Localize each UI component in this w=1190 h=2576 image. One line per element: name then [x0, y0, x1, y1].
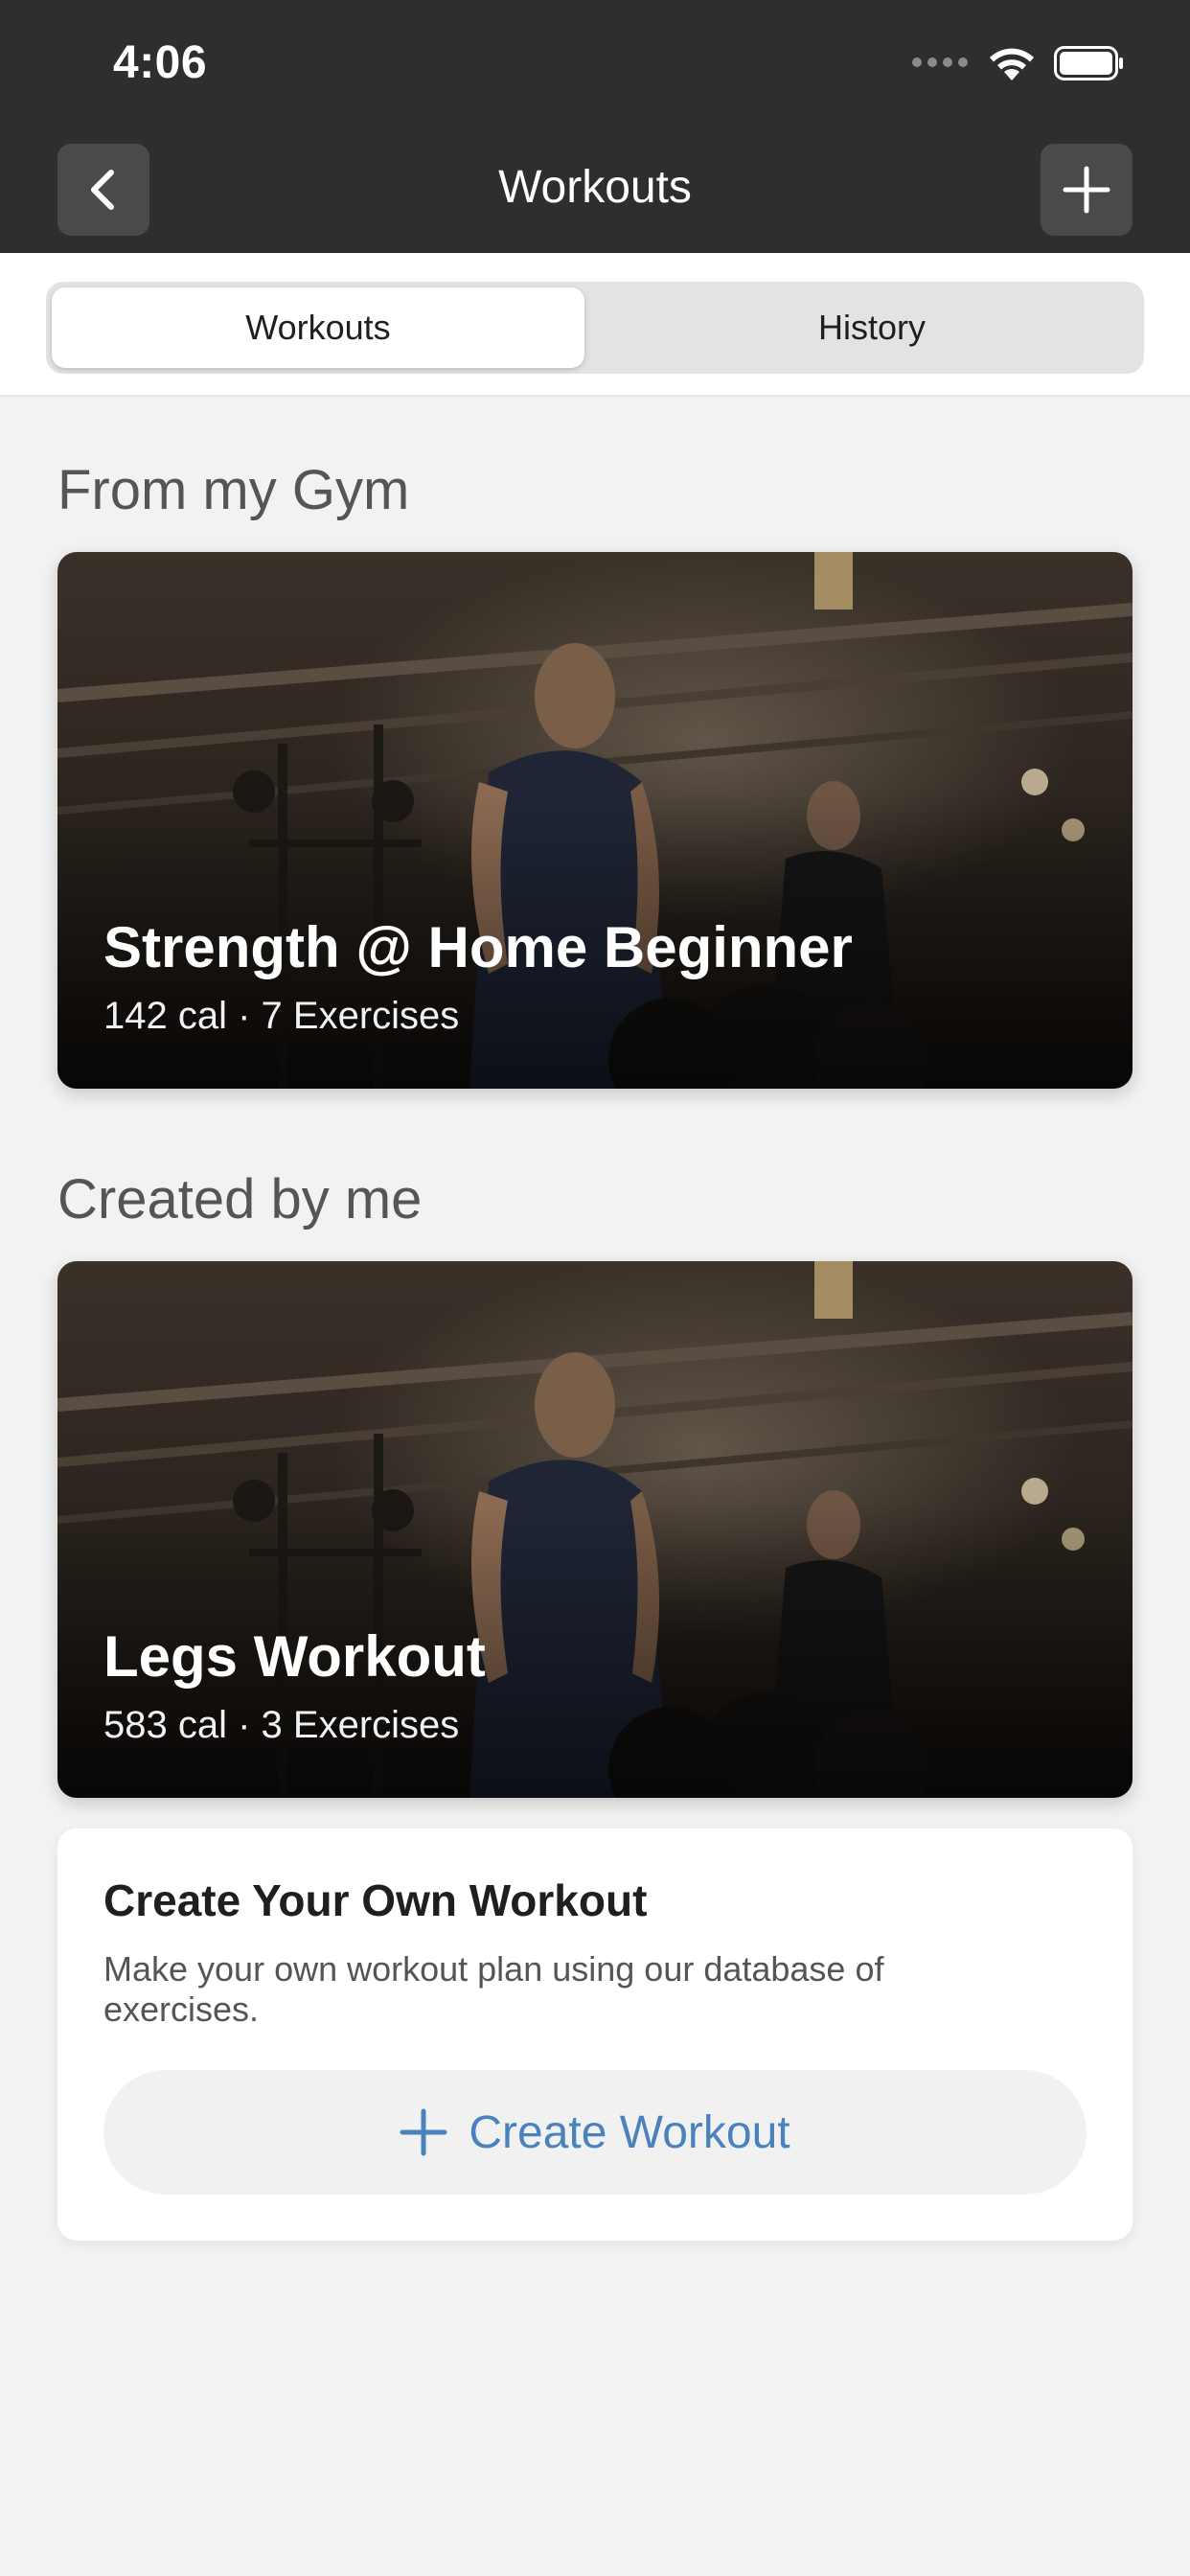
segmented-control: Workouts History	[46, 282, 1144, 374]
plus-icon	[1063, 166, 1110, 214]
section-title-mine: Created by me	[57, 1168, 423, 1230]
wifi-icon	[990, 48, 1034, 80]
create-workout-card: Create Your Own Workout Make your own wo…	[57, 1828, 1133, 2241]
create-workout-description: Make your own workout plan using our dat…	[103, 1949, 884, 2029]
create-workout-title: Create Your Own Workout	[103, 1875, 648, 1925]
create-workout-button[interactable]: Create Workout	[103, 2070, 1087, 2195]
status-icons	[912, 42, 1133, 84]
workout-card-gym[interactable]: Strength @ Home Beginner 142 cal · 7 Exe…	[57, 552, 1133, 1089]
page-title: Workouts	[498, 162, 692, 213]
workout-card-meta: 142 cal · 7 Exercises	[103, 995, 460, 1037]
plus-icon	[400, 2108, 447, 2156]
tab-bar-area: Workouts History	[0, 253, 1190, 397]
workout-card-mine[interactable]: Legs Workout 583 cal · 3 Exercises	[57, 1261, 1133, 1798]
create-workout-button-label: Create Workout	[469, 2106, 790, 2158]
add-workout-button[interactable]	[1041, 144, 1133, 236]
workout-card-title: Strength @ Home Beginner	[103, 915, 853, 979]
status-time: 4:06	[113, 37, 208, 88]
workouts-screen: 4:06 Workouts Workouts History From my G…	[0, 0, 1190, 2576]
tab-history[interactable]: History	[606, 288, 1138, 368]
section-title-gym: From my Gym	[57, 459, 410, 521]
workout-card-meta: 583 cal · 3 Exercises	[103, 1704, 460, 1746]
workout-card-title: Legs Workout	[103, 1624, 486, 1689]
cellular-signal-icon	[912, 58, 968, 67]
tab-workouts[interactable]: Workouts	[52, 288, 584, 368]
nav-header: 4:06 Workouts	[0, 0, 1190, 253]
battery-icon	[1054, 46, 1123, 80]
